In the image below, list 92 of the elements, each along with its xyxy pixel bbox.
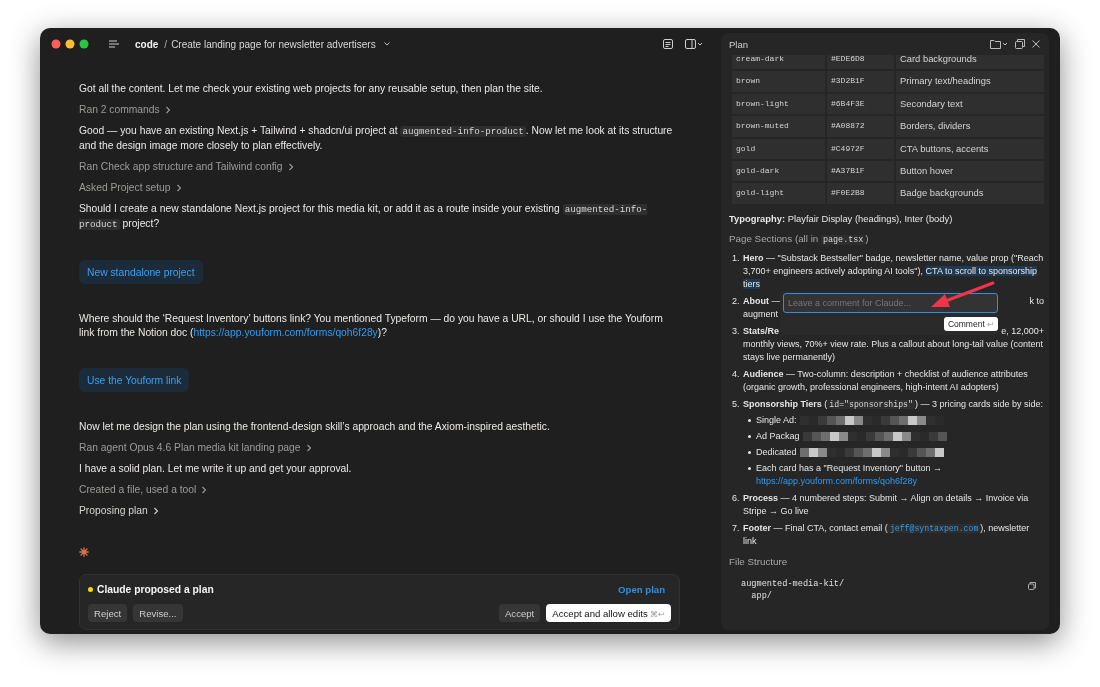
section-text: Hero — "Substack Bestseller" badge, newsletter name, value prop ("Reach 3,700+ engineers actively adopting AI tools"), CTA to scroll to sponsorship tiers xyxy=(743,251,1044,291)
message-text: Got all the content. Let me check your existing web projects for any reusable setup, then plan the site. xyxy=(79,82,544,96)
bullet-icon xyxy=(748,418,751,422)
list-number: 5. xyxy=(732,397,740,411)
list-number: 7. xyxy=(732,521,740,535)
sidebar-toggle-icon[interactable] xyxy=(685,39,703,49)
message-text: I have a solid plan. Let me write it up and get your approval. xyxy=(79,462,353,476)
bullet-icon xyxy=(748,434,751,438)
chevron-right-icon xyxy=(305,444,312,452)
bullet-icon xyxy=(748,466,751,470)
section-heading: Page Sections (all in page.tsx ) xyxy=(729,231,870,247)
close-icon[interactable] xyxy=(1032,40,1040,48)
link[interactable]: https://app.youform.com/forms/qoh6f28y xyxy=(756,475,918,486)
table-cell: #6B4F3E xyxy=(827,93,894,115)
table-cell: gold-dark xyxy=(732,160,825,182)
window-controls-icon[interactable] xyxy=(51,39,91,49)
table-cell: #F0E2B8 xyxy=(827,183,894,204)
step-link[interactable]: Asked Project setup xyxy=(79,181,182,195)
list-number: 6. xyxy=(732,491,740,505)
table-cell: #A08872 xyxy=(827,116,894,137)
table-cell: brown xyxy=(732,71,825,92)
bullet-text: Ad Packag xyxy=(756,429,800,443)
table-cell: Primary text/headings xyxy=(896,71,1044,92)
typography-text: Typography: Playfair Display (headings), Inter (body) xyxy=(729,211,954,225)
step-link[interactable]: Ran agent Opus 4.6 Plan media kit landing page xyxy=(79,441,312,455)
section-text: monthly views, 70%+ view rate. Plus a callout about long-tail value (content stays live permanently) xyxy=(743,337,1044,364)
message-text: Where should the ‘Request Inventory’ buttons link? You mentioned Typeform — do you have a URL, or should I use the Youform link from the Notion doc (https://app.youform.com/forms/qoh6f28y)? xyxy=(79,312,664,340)
table-cell: gold-light xyxy=(732,183,825,204)
action-button[interactable]: Accept xyxy=(498,604,541,622)
section-text: Audience — Two-column: description + checklist of audience attributes (organic growth, professional engineers, high-intent AI adopters) xyxy=(743,367,1029,394)
table-cell: gold xyxy=(732,138,825,159)
link[interactable]: https://app.youform.com/forms/qoh6f28y xyxy=(193,327,378,338)
table-cell: Button hover xyxy=(896,160,1044,182)
chevron-right-icon xyxy=(287,163,294,171)
table-cell: brown-light xyxy=(732,93,825,115)
comment-button[interactable]: Comment ↩ xyxy=(943,317,998,331)
table-cell: CTA buttons, accents xyxy=(896,138,1044,159)
table-cell: Secondary text xyxy=(896,93,1044,115)
table-cell: #3D2B1F xyxy=(827,71,894,92)
table-cell: Badge backgrounds xyxy=(896,183,1044,204)
list-number: 1. xyxy=(732,251,740,265)
list-number: 3. xyxy=(732,324,740,338)
bullet-text: Single Ad: xyxy=(756,413,797,427)
step-link[interactable]: Created a file, used a tool xyxy=(79,483,208,497)
email-link[interactable]: jeff@syntaxpen.com xyxy=(887,523,981,533)
section-text: Footer — Final CTA, contact email ( jeff@syntaxpen.com ), newsletter link xyxy=(743,521,1031,548)
step-link[interactable]: Ran 2 commands xyxy=(79,103,171,117)
bullet-text: Each card has a "Request Inventory" button → https://app.youform.com/forms/qoh6f28y xyxy=(756,461,943,488)
table-cell: #A37B1F xyxy=(827,160,894,182)
breadcrumb-separator: / xyxy=(164,38,168,50)
action-button[interactable]: Reject xyxy=(88,604,128,622)
bullet-icon xyxy=(748,450,751,454)
approval-title: Claude proposed a plan xyxy=(97,584,214,595)
chevron-down-icon xyxy=(383,42,390,46)
list-number: 2. xyxy=(732,294,740,308)
table-cell: #C4972F xyxy=(827,138,894,159)
folder-icon[interactable] xyxy=(990,39,1008,49)
step-link[interactable]: Proposing plan xyxy=(79,504,159,518)
copy-icon[interactable] xyxy=(1028,581,1036,590)
section-heading: File Structure xyxy=(729,554,789,568)
step-link[interactable]: Ran Check app structure and Tailwind config xyxy=(79,160,294,174)
status-dot-icon xyxy=(88,587,93,592)
section-text: About — xyxy=(743,294,781,308)
panel-title: Plan xyxy=(729,38,748,50)
chevron-right-icon xyxy=(152,507,159,515)
choice-button[interactable]: New standalone project xyxy=(79,260,203,284)
section-text: Sponsorship Tiers ( id="sponsorships" ) — 3 pricing cards side by side: xyxy=(743,397,1044,411)
section-text: augment xyxy=(743,307,779,321)
table-cell: brown-muted xyxy=(732,116,825,137)
window-title[interactable]: Create landing page for newsletter advertisers xyxy=(171,38,376,50)
file-tree-code: augmented-media-kit/ app/ xyxy=(741,577,845,602)
duplicate-icon[interactable] xyxy=(1015,39,1025,49)
message-text: Now let me design the plan using the frontend-design skill’s approach and the Axiom-inspired aesthetic. xyxy=(79,420,551,434)
chevron-right-icon xyxy=(164,106,171,114)
section-text: k to xyxy=(1029,294,1044,308)
spinner-icon xyxy=(79,547,89,557)
chevron-right-icon xyxy=(175,184,182,192)
section-text: e, 12,000+ xyxy=(1001,324,1044,338)
section-text: Stats/Re xyxy=(743,324,779,338)
chevron-right-icon xyxy=(201,486,208,494)
bullet-text: Dedicated xyxy=(756,445,797,459)
accept-edits-button[interactable]: Accept and allow edits ⌘↩ xyxy=(546,604,671,622)
action-button[interactable]: Revise... xyxy=(133,604,183,622)
menu-icon[interactable] xyxy=(109,40,119,48)
choice-button[interactable]: Use the Youform link xyxy=(79,368,190,392)
section-text: Process — 4 numbered steps: Submit → Align on details → Invoice via Stripe → Go live xyxy=(743,491,1030,518)
document-icon[interactable] xyxy=(663,39,673,49)
table-cell: Borders, dividers xyxy=(896,116,1044,137)
open-plan-link[interactable]: Open plan xyxy=(618,584,665,595)
list-number: 4. xyxy=(732,367,740,381)
message-text: Should I create a new standalone Next.js project for this media kit, or add it as a route inside your existing augmented-info-product project? xyxy=(79,202,649,232)
breadcrumb-root[interactable]: code xyxy=(135,38,159,50)
